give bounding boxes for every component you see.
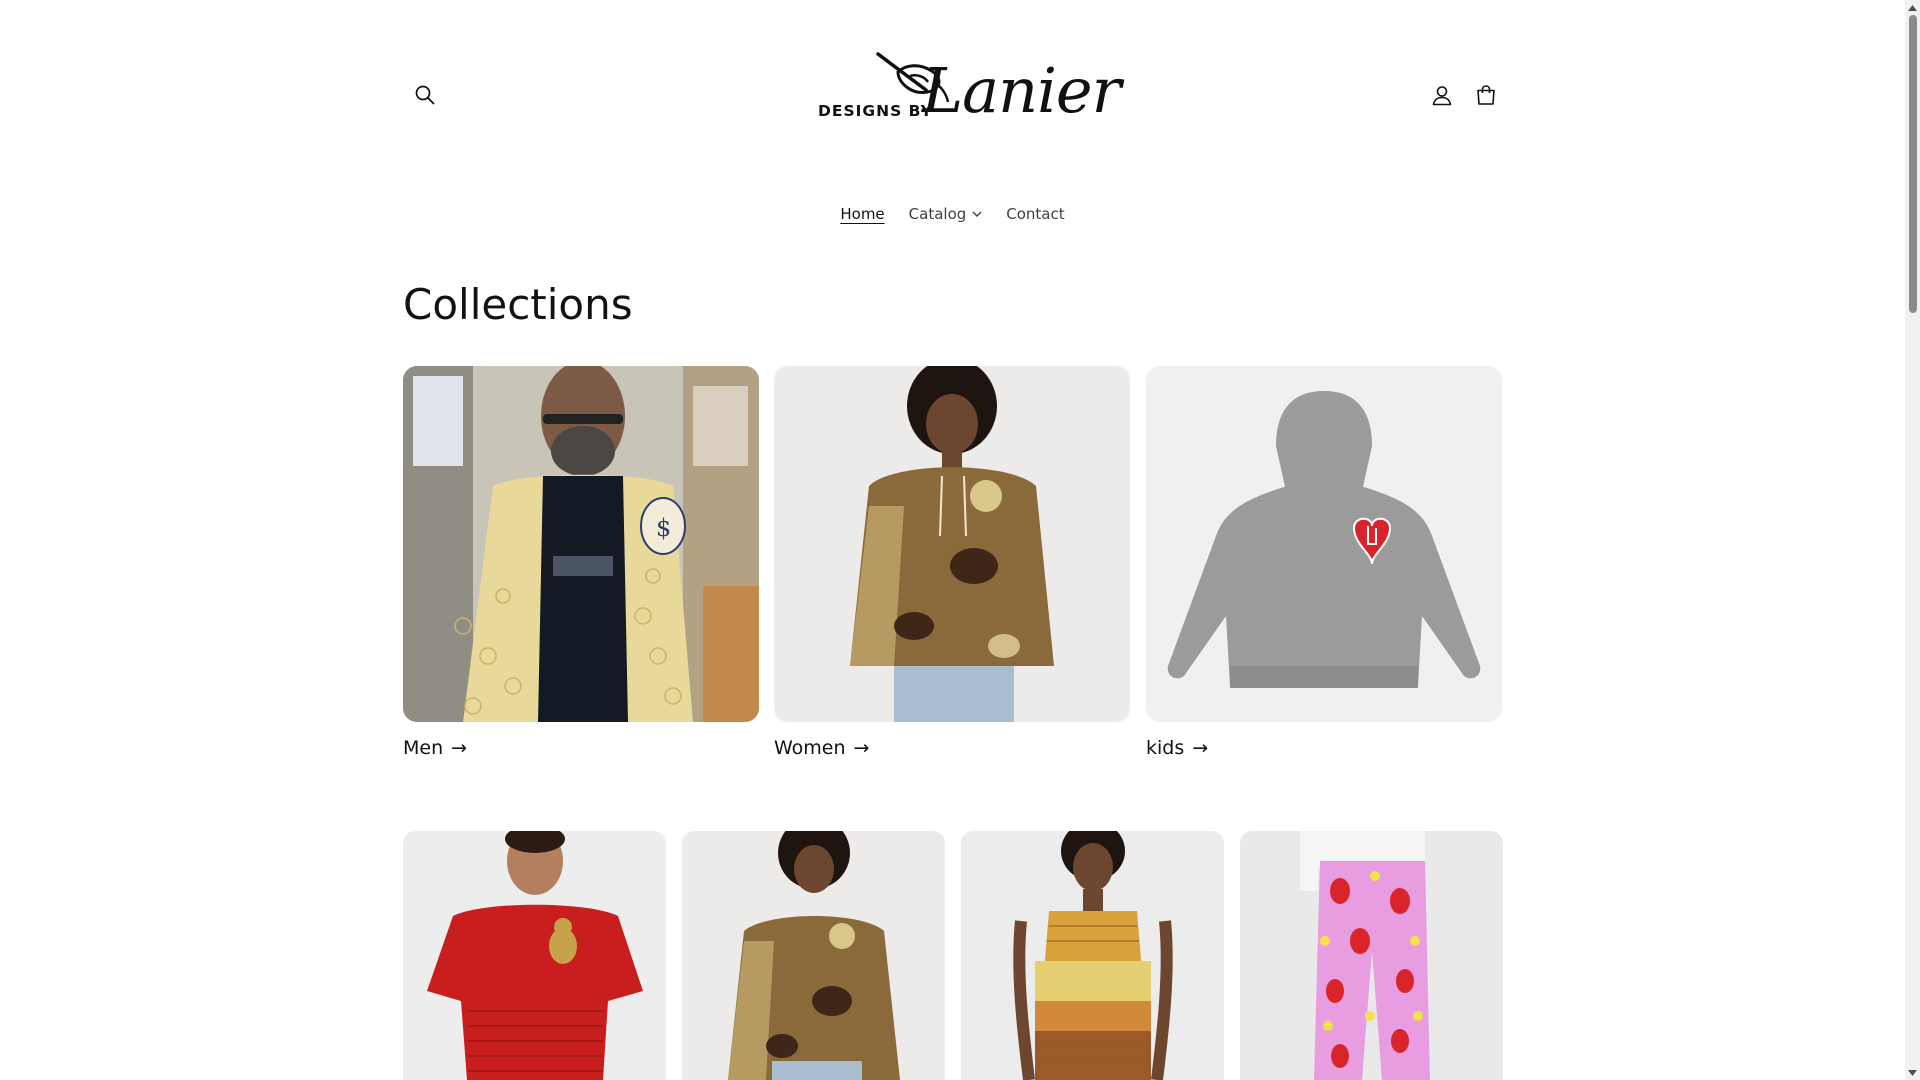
collection-link-kids[interactable]: kids → xyxy=(1146,737,1502,759)
nav-item-home[interactable]: Home xyxy=(828,201,896,227)
logo-script: Lanier xyxy=(922,54,1121,127)
triangle-up-icon xyxy=(1908,4,1917,11)
product-card[interactable] xyxy=(682,831,945,1080)
scroll-down-button[interactable] xyxy=(1905,1065,1920,1080)
product-card[interactable] xyxy=(1240,831,1503,1080)
logo-prefix: DESIGNS BY xyxy=(818,102,933,120)
nav-item-label: Contact xyxy=(1006,205,1065,223)
arrow-right-icon: → xyxy=(1192,737,1209,759)
nav-item-label: Home xyxy=(840,205,885,223)
product-card[interactable] xyxy=(403,831,666,1080)
collection-card-women[interactable]: Women → xyxy=(774,366,1130,759)
page-scrollbar[interactable] xyxy=(1905,0,1920,1080)
triangle-down-icon xyxy=(1908,1069,1917,1076)
scrollbar-thumb[interactable] xyxy=(1909,15,1917,313)
cart-button[interactable] xyxy=(1464,78,1508,112)
collection-label: Men xyxy=(403,737,444,759)
svg-text:$: $ xyxy=(656,514,671,542)
collection-image-women[interactable] xyxy=(774,366,1130,722)
collection-label: kids xyxy=(1146,737,1185,759)
user-icon xyxy=(1432,86,1452,106)
product-card[interactable] xyxy=(961,831,1224,1080)
scroll-up-button[interactable] xyxy=(1905,0,1920,15)
page-title: Collections xyxy=(403,280,633,329)
arrow-right-icon: → xyxy=(451,737,468,759)
account-button[interactable] xyxy=(1420,78,1464,112)
chevron-down-icon xyxy=(972,211,982,217)
site-header: DESIGNS BY Lanier xyxy=(403,0,1503,200)
main-nav: Home Catalog Contact xyxy=(0,201,1905,227)
nav-item-label: Catalog xyxy=(908,205,967,223)
collection-label: Women xyxy=(774,737,846,759)
collection-card-men[interactable]: $ Men → xyxy=(403,366,759,759)
collection-image-kids[interactable] xyxy=(1146,366,1502,722)
collection-link-men[interactable]: Men → xyxy=(403,737,759,759)
nav-item-catalog[interactable]: Catalog xyxy=(897,201,995,227)
collection-image-men[interactable]: $ xyxy=(403,366,759,722)
collection-card-kids[interactable]: kids → xyxy=(1146,366,1502,759)
cart-icon xyxy=(1477,85,1495,105)
page: DESIGNS BY Lanier Home Catalog Contact C… xyxy=(0,0,1905,1080)
search-button[interactable] xyxy=(403,78,447,112)
nav-item-contact[interactable]: Contact xyxy=(994,201,1076,227)
site-logo[interactable]: DESIGNS BY Lanier xyxy=(818,52,1121,132)
search-icon xyxy=(415,85,435,105)
arrow-right-icon: → xyxy=(853,737,870,759)
collection-link-women[interactable]: Women → xyxy=(774,737,1130,759)
